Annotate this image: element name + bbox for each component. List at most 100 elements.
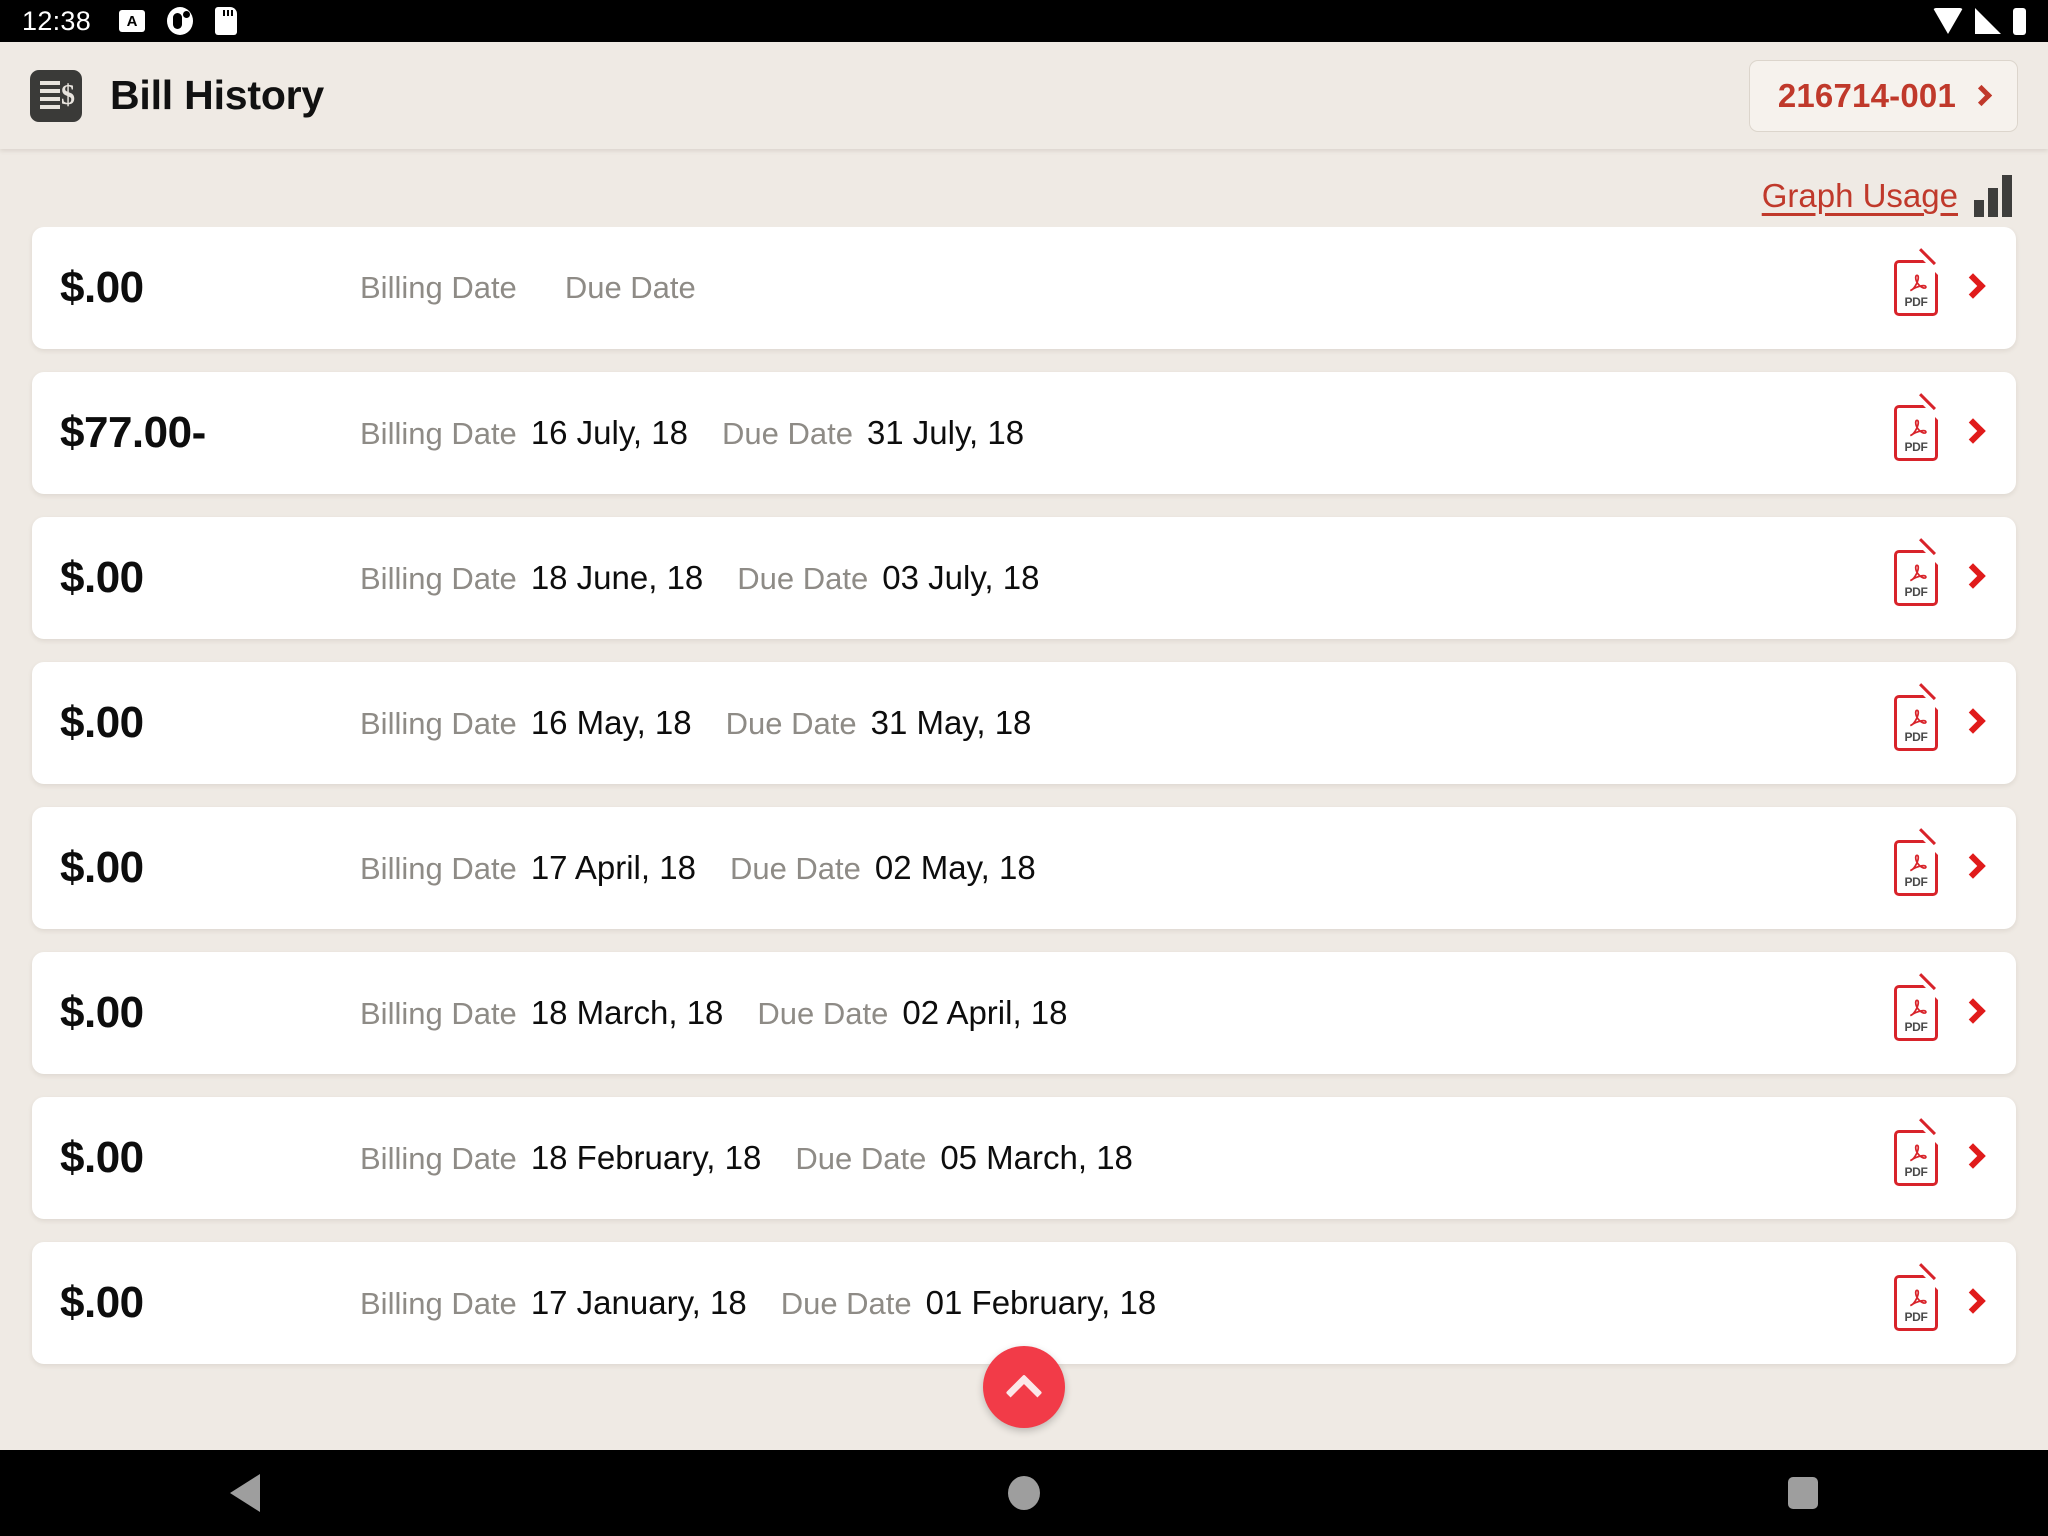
pdf-label: PDF [1904,1310,1928,1324]
do-not-disturb-icon [167,7,194,35]
bill-detail-chevron-button[interactable] [1960,997,1986,1025]
graph-usage-row: Graph Usage [0,149,2048,227]
bill-dates: Billing Date 17 April, 18 Due Date 02 May, … [360,849,1894,887]
due-date-value: 31 May, 18 [870,704,1032,741]
billing-date-label: Billing Date [360,851,517,886]
recents-square-icon[interactable] [1788,1477,1818,1509]
bill-amount: $.00 [60,263,144,312]
due-date-value: 02 April, 18 [902,994,1068,1031]
bill-amount: $.00 [60,843,144,892]
bill-detail-chevron-button[interactable] [1960,562,1986,590]
due-date-value: 03 July, 18 [882,559,1040,596]
bill-detail-chevron-button[interactable] [1960,272,1986,300]
bill-document-icon: $ [30,69,82,122]
bill-detail-chevron-button[interactable] [1960,707,1986,735]
pdf-icon[interactable]: PDF [1894,973,1938,1041]
billing-date-label: Billing Date [360,1286,517,1321]
sd-card-icon [215,7,238,35]
due-date-label: Due Date [795,1141,927,1176]
pdf-icon[interactable]: PDF [1894,538,1938,606]
bill-row[interactable]: $.00 Billing Date 18 June, 18 Due Date 03 Ju… [32,517,2016,639]
due-date-value: 02 May, 18 [874,849,1036,886]
bill-row-actions: PDF [1894,248,1986,316]
billing-date-value: 16 July, 18 [530,414,688,451]
bill-dates: Billing Date 18 June, 18 Due Date 03 July, … [360,559,1894,597]
billing-date-label: Billing Date [360,996,517,1031]
caption-icon: A [119,10,146,32]
pdf-icon[interactable]: PDF [1894,683,1938,751]
bill-row-actions: PDF [1894,1118,1986,1186]
wifi-icon [1933,8,1963,34]
bill-amount: $.00 [60,553,144,602]
pdf-icon[interactable]: PDF [1894,828,1938,896]
app-header: $ Bill History 216714-001 [0,42,2048,149]
billing-date-value: 17 January, 18 [530,1284,747,1321]
cell-signal-icon [1975,8,2001,34]
bill-dates: Billing Date 16 July, 18 Due Date 31 July, … [360,414,1894,452]
android-nav-bar [0,1450,2048,1536]
due-date-value: 31 July, 18 [866,414,1025,451]
bill-row[interactable]: $.00 Billing Date 18 March, 18 Due Date 02 A… [32,952,2016,1074]
bill-detail-chevron-button[interactable] [1960,417,1986,445]
billing-date-value: 18 June, 18 [530,559,704,596]
bill-row-actions: PDF [1894,538,1986,606]
status-bar-right-icons [1933,7,2026,35]
bill-list: $.00 Billing Date Due Date PDF $77.00- Billin… [0,227,2048,1364]
account-selector-button[interactable]: 216714-001 [1748,59,2018,132]
billing-date-value: 16 May, 18 [530,704,692,741]
bill-row[interactable]: $.00 Billing Date 18 February, 18 Due Date 0… [32,1097,2016,1219]
due-date-value: 05 March, 18 [940,1139,1133,1176]
account-number-label: 216714-001 [1777,76,1956,114]
pdf-icon[interactable]: PDF [1894,248,1938,316]
pdf-label: PDF [1904,585,1928,599]
app-screen: 12:38 A $ Bill History 216714-001 Graph … [0,0,2048,1536]
bill-dates: Billing Date 16 May, 18 Due Date 31 May, 18 [360,704,1894,742]
bill-row[interactable]: $.00 Billing Date Due Date PDF [32,227,2016,349]
bill-row-actions: PDF [1894,1263,1986,1331]
chevron-right-icon [1960,562,1986,589]
billing-date-label: Billing Date [360,706,517,741]
due-date-label: Due Date [725,706,857,741]
chevron-right-icon [1960,1287,1986,1314]
due-date-label: Due Date [757,996,889,1031]
chevron-right-icon [1970,84,1993,107]
scroll-to-top-fab[interactable] [983,1346,1065,1428]
bill-row[interactable]: $.00 Billing Date 16 May, 18 Due Date 31 May… [32,662,2016,784]
bill-row[interactable]: $77.00- Billing Date 16 July, 18 Due Date 31… [32,372,2016,494]
pdf-label: PDF [1904,875,1928,889]
pdf-label: PDF [1904,1165,1928,1179]
chevron-right-icon [1960,417,1986,444]
bill-dates: Billing Date 18 February, 18 Due Date 05 Ma… [360,1139,1894,1177]
billing-date-label: Billing Date [360,270,517,305]
bill-dates: Billing Date 18 March, 18 Due Date 02 April… [360,994,1894,1032]
bill-dates: Billing Date 17 January, 18 Due Date 01 Feb… [360,1284,1894,1322]
page-title: Bill History [110,72,325,118]
billing-date-label: Billing Date [360,561,517,596]
bill-detail-chevron-button[interactable] [1960,1142,1986,1170]
due-date-label: Due Date [737,561,869,596]
bill-row-actions: PDF [1894,973,1986,1041]
pdf-icon[interactable]: PDF [1894,393,1938,461]
billing-date-value: 18 February, 18 [530,1139,762,1176]
billing-date-label: Billing Date [360,1141,517,1176]
due-date-label: Due Date [780,1286,912,1321]
due-date-label: Due Date [564,270,696,305]
bill-dates: Billing Date Due Date [360,270,1894,306]
home-circle-icon[interactable] [1008,1476,1040,1510]
chevron-up-icon [1005,1374,1043,1412]
billing-date-value: 18 March, 18 [530,994,724,1031]
bill-row[interactable]: $.00 Billing Date 17 April, 18 Due Date 02 M… [32,807,2016,929]
chevron-right-icon [1960,707,1986,734]
pdf-label: PDF [1904,1020,1928,1034]
pdf-icon[interactable]: PDF [1894,1263,1938,1331]
bar-chart-icon[interactable] [1974,175,2012,217]
chevron-right-icon [1960,997,1986,1024]
pdf-icon[interactable]: PDF [1894,1118,1938,1186]
back-triangle-icon[interactable] [230,1474,260,1512]
bill-amount: $77.00- [60,408,206,457]
bill-amount: $.00 [60,1278,144,1327]
bill-detail-chevron-button[interactable] [1960,852,1986,880]
bill-detail-chevron-button[interactable] [1960,1287,1986,1315]
graph-usage-link[interactable]: Graph Usage [1762,177,1958,215]
bill-list-viewport[interactable]: $.00 Billing Date Due Date PDF $77.00- Billin… [0,227,2048,1450]
